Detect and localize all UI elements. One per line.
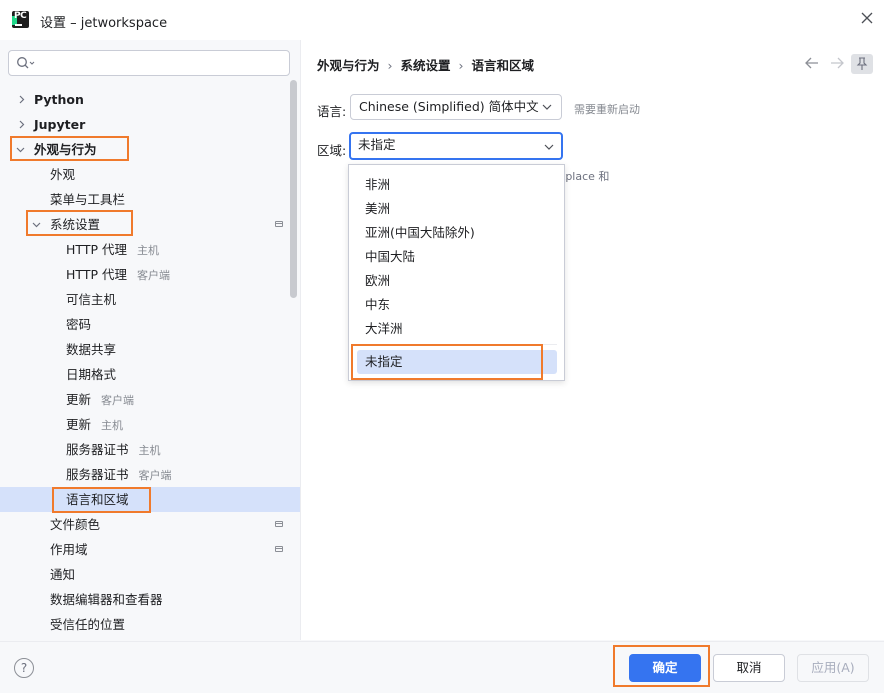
partial-hint-text: tplace 和 xyxy=(561,170,610,183)
sidebar-item-http-proxy-client[interactable]: HTTP 代理 客户端 xyxy=(66,262,170,287)
chevron-right-icon[interactable] xyxy=(17,95,26,104)
region-option-africa[interactable]: 非洲 xyxy=(357,173,557,197)
settings-search-input[interactable] xyxy=(8,50,290,76)
sidebar-item-server-certs-client[interactable]: 服务器证书 客户端 xyxy=(66,462,172,487)
language-select-value: Chinese (Simplified) 简体中文 xyxy=(359,99,539,114)
region-option-europe[interactable]: 欧洲 xyxy=(357,269,557,293)
sidebar-item-data-editor-viewer[interactable]: 数据编辑器和查看器 xyxy=(50,587,163,612)
pin-button[interactable] xyxy=(851,54,873,74)
sidebar-item-http-proxy-host[interactable]: HTTP 代理 主机 xyxy=(66,237,159,262)
region-option-oceania[interactable]: 大洋洲 xyxy=(357,317,557,341)
region-option-middle-east[interactable]: 中东 xyxy=(357,293,557,317)
sidebar-item-jupyter[interactable]: Jupyter xyxy=(34,112,85,137)
sidebar-item-python[interactable]: Python xyxy=(34,87,84,112)
annotation-box-language-region xyxy=(52,487,151,513)
apply-button[interactable]: 应用(A) xyxy=(797,654,869,682)
back-arrow-icon[interactable] xyxy=(804,56,820,70)
sidebar-item-date-formats[interactable]: 日期格式 xyxy=(66,362,116,387)
sidebar-item-updates-host[interactable]: 更新 主机 xyxy=(66,412,123,437)
language-select[interactable]: Chinese (Simplified) 简体中文 xyxy=(350,94,562,120)
sidebar-item-menus-toolbars[interactable]: 菜单与工具栏 xyxy=(50,187,125,212)
sidebar-item-server-certs-host[interactable]: 服务器证书 主机 xyxy=(66,437,161,462)
region-option-mainland-china[interactable]: 中国大陆 xyxy=(357,245,557,269)
sidebar-scrollbar[interactable] xyxy=(290,80,297,298)
search-icon xyxy=(17,57,35,69)
forward-arrow-icon[interactable] xyxy=(829,56,845,70)
breadcrumb: 外观与行为 › 系统设置 › 语言和区域 xyxy=(317,58,535,73)
project-scope-icon xyxy=(275,221,283,227)
breadcrumb-current: 语言和区域 xyxy=(471,58,535,73)
breadcrumb-part[interactable]: 外观与行为 xyxy=(317,58,380,73)
breadcrumb-part[interactable]: 系统设置 xyxy=(401,58,451,73)
region-label: 区域: xyxy=(317,143,347,158)
window-title: 设置 – jetworkspace xyxy=(40,16,168,31)
title-bar: PC 设置 – jetworkspace xyxy=(0,0,884,40)
region-option-americas[interactable]: 美洲 xyxy=(357,197,557,221)
chevron-down-icon xyxy=(542,104,552,110)
settings-sidebar: Python Jupyter 外观与行为 外观 菜单与工具栏 系统设置 HTTP… xyxy=(0,40,301,640)
annotation-box-ok-button xyxy=(613,645,710,687)
dialog-footer: ? 确定 取消 应用(A) xyxy=(0,641,884,693)
close-icon[interactable] xyxy=(860,11,874,25)
annotation-box-appearance-behavior xyxy=(10,136,129,161)
sidebar-item-notifications[interactable]: 通知 xyxy=(50,562,75,587)
sidebar-item-trusted-hosts[interactable]: 可信主机 xyxy=(66,287,116,312)
sidebar-item-file-colors[interactable]: 文件颜色 xyxy=(50,512,100,537)
region-select-value: 未指定 xyxy=(358,137,396,152)
pin-icon xyxy=(856,57,868,70)
annotation-box-unspecified-option xyxy=(351,344,543,380)
region-select[interactable]: 未指定 xyxy=(349,132,563,160)
restart-required-note: 需要重新启动 xyxy=(574,103,640,116)
project-scope-icon xyxy=(275,546,283,552)
help-button[interactable]: ? xyxy=(14,658,34,678)
project-scope-icon xyxy=(275,521,283,527)
chevron-right-icon[interactable] xyxy=(17,120,26,129)
language-label: 语言: xyxy=(317,104,347,119)
sidebar-item-trusted-locations[interactable]: 受信任的位置 xyxy=(50,612,125,637)
sidebar-item-updates-client[interactable]: 更新 客户端 xyxy=(66,387,134,412)
sidebar-item-appearance[interactable]: 外观 xyxy=(50,162,75,187)
pycharm-app-icon: PC xyxy=(12,11,29,28)
region-option-asia-excl-mainland[interactable]: 亚洲(中国大陆除外) xyxy=(357,221,557,245)
sidebar-item-passwords[interactable]: 密码 xyxy=(66,312,91,337)
sidebar-item-data-sharing[interactable]: 数据共享 xyxy=(66,337,116,362)
chevron-down-icon xyxy=(544,144,554,150)
cancel-button[interactable]: 取消 xyxy=(713,654,785,682)
annotation-box-system-settings xyxy=(26,210,133,236)
sidebar-item-scopes[interactable]: 作用域 xyxy=(50,537,88,562)
